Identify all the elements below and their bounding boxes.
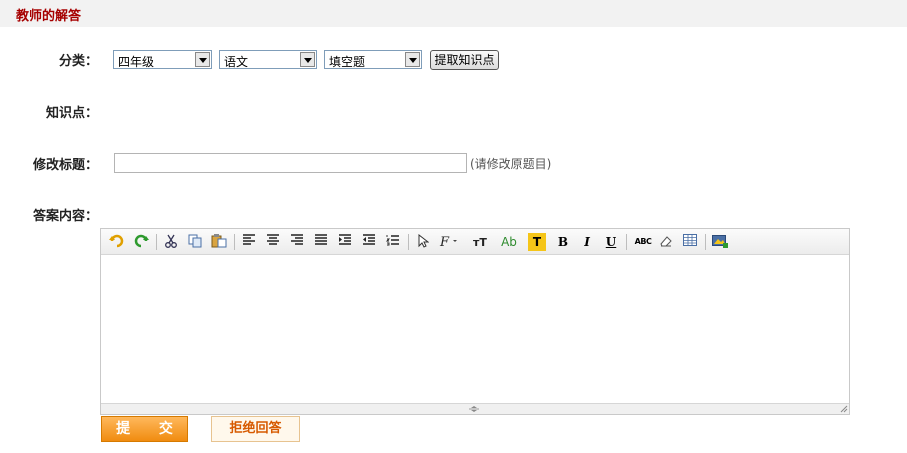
align-justify-icon[interactable]: [312, 233, 330, 251]
extract-knowledge-button[interactable]: 提取知识点: [430, 50, 499, 70]
font-size-glyph: тT: [473, 236, 487, 249]
align-left-icon[interactable]: [240, 233, 258, 251]
toolbar-separator: [156, 234, 157, 250]
chevron-down-icon: [195, 52, 210, 67]
ordered-list-icon[interactable]: [384, 233, 402, 251]
title-input[interactable]: [114, 153, 467, 173]
outdent-icon[interactable]: [360, 233, 378, 251]
underline-icon[interactable]: U: [602, 233, 620, 251]
answer-editor-area[interactable]: [101, 256, 849, 403]
align-right-icon[interactable]: [288, 233, 306, 251]
toolbar-separator: [408, 234, 409, 250]
question-type-select-value: 填空题: [329, 55, 366, 69]
cursor-select-icon[interactable]: [414, 233, 432, 251]
resize-grip-icon: [469, 406, 479, 412]
subject-select[interactable]: 语文: [219, 50, 317, 69]
subject-select-value: 语文: [224, 55, 249, 69]
grade-select-value: 四年级: [118, 55, 155, 69]
undo-icon[interactable]: [108, 233, 126, 251]
section-title: 教师的解答: [16, 9, 82, 24]
spellcheck-icon[interactable]: ABC: [631, 233, 655, 251]
indent-icon[interactable]: [336, 233, 354, 251]
title-hint: (请修改原题目): [470, 157, 552, 171]
redo-icon[interactable]: [132, 233, 150, 251]
grade-select[interactable]: 四年级: [113, 50, 212, 69]
knowledge-label: 知识点：: [45, 106, 98, 121]
toolbar-separator: [626, 234, 627, 250]
font-family-icon[interactable]: F: [438, 233, 462, 251]
eraser-icon[interactable]: [657, 233, 675, 251]
insert-image-icon[interactable]: [711, 233, 729, 251]
edit-title-label: 修改标题：: [32, 158, 98, 173]
bold-icon[interactable]: B: [554, 233, 572, 251]
editor-resize-bar[interactable]: [101, 403, 849, 414]
toolbar-separator: [234, 234, 235, 250]
question-type-select[interactable]: 填空题: [324, 50, 422, 69]
svg-text:F: F: [439, 235, 450, 248]
corner-resize-icon: [840, 405, 848, 413]
rich-text-editor: F тT Ab T B I U ABC: [100, 228, 850, 415]
editor-toolbar: F тT Ab T B I U ABC: [101, 229, 849, 255]
align-center-icon[interactable]: [264, 233, 282, 251]
text-color-icon[interactable]: Ab: [498, 233, 520, 251]
highlight-icon[interactable]: T: [528, 233, 546, 251]
paste-icon[interactable]: [210, 233, 228, 251]
section-header: 教师的解答: [0, 0, 907, 27]
italic-icon[interactable]: I: [578, 233, 596, 251]
answer-content-label: 答案内容：: [32, 209, 98, 224]
toolbar-separator: [705, 234, 706, 250]
reject-answer-button[interactable]: 拒绝回答: [211, 416, 300, 442]
chevron-down-icon: [300, 52, 315, 67]
table-icon[interactable]: [681, 233, 699, 251]
font-size-icon[interactable]: тT: [468, 233, 492, 251]
classification-label: 分类：: [58, 54, 98, 69]
cut-icon[interactable]: [162, 233, 180, 251]
submit-button[interactable]: 提 交: [101, 416, 188, 442]
copy-icon[interactable]: [186, 233, 204, 251]
chevron-down-icon: [405, 52, 420, 67]
